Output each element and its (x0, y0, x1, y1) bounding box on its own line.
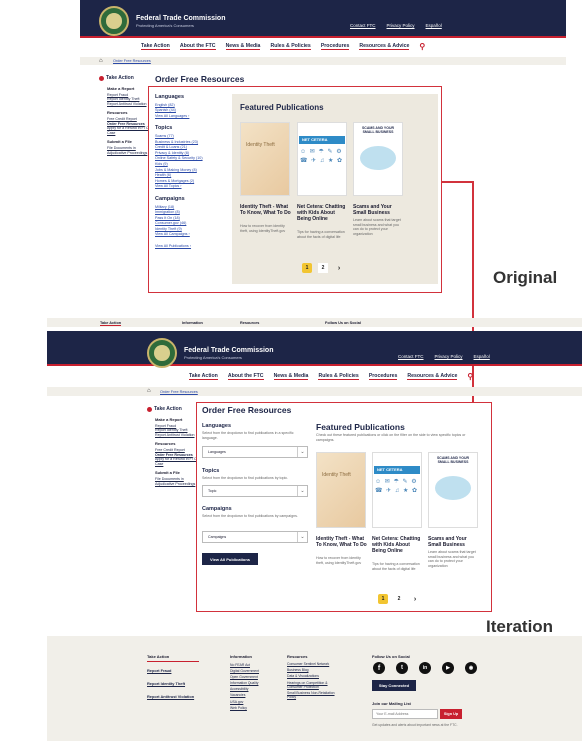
connector-line-v (472, 181, 474, 403)
linkedin-icon[interactable]: in (419, 662, 431, 674)
footer-link-identity-theft[interactable]: Report Identity Theft (147, 677, 194, 690)
nav-resources[interactable]: Resources & Advice (359, 43, 410, 50)
iteration-header (47, 331, 582, 366)
footer-col3-heading: Resources (287, 654, 308, 659)
footer-col3: Consumer Sentinel Network Business Blog … (287, 662, 343, 699)
footer-social-heading: Follow Us on Social (372, 654, 410, 659)
breadcrumb[interactable]: Order Free Resources (113, 59, 151, 63)
youtube-icon[interactable]: ▶ (442, 662, 454, 674)
sidebar-link-antitrust[interactable]: Report Antitrust Violation (107, 102, 149, 107)
connector-line-h (442, 181, 474, 183)
agency-name: Federal Trade Commission (136, 15, 226, 22)
utility-links: Contact FTC Privacy Policy Español (350, 23, 442, 28)
stay-connected-button[interactable]: Stay Connected (372, 680, 416, 691)
utility-links: Contact FTC Privacy Policy Español (398, 354, 490, 359)
footer-link[interactable]: Business Blog (287, 668, 343, 672)
top-strip-resources[interactable]: Resources (240, 321, 259, 325)
signup-button[interactable]: Sign Up (440, 709, 462, 719)
nav-resources[interactable]: Resources & Advice (407, 373, 458, 380)
sidebar-link-file-documents[interactable]: File Documents in Adjudicative Proceedin… (155, 477, 199, 486)
sidebar-heading: Take Action (106, 75, 134, 82)
search-icon[interactable]: ⚲ (467, 372, 473, 381)
breadcrumb-bar (47, 387, 582, 396)
utility-link-contact[interactable]: Contact FTC (350, 23, 376, 28)
nav-rules[interactable]: Rules & Policies (318, 373, 359, 380)
sidebar-submit-heading: Submit a File (107, 139, 132, 145)
sidebar-make-report: Make a Report (107, 86, 135, 91)
mailing-heading: Join our Mailing List (372, 701, 411, 706)
search-icon[interactable]: ⚲ (419, 42, 425, 51)
ftc-seal-logo[interactable] (99, 6, 129, 36)
utility-link-contact[interactable]: Contact FTC (398, 354, 424, 359)
nav-about[interactable]: About the FTC (227, 373, 264, 380)
nav-take-action[interactable]: Take Action (189, 373, 218, 380)
red-dot-icon (99, 76, 104, 81)
footer-link[interactable]: Data & Visualizations (287, 674, 343, 678)
top-strip-take-action[interactable]: Take Action (100, 321, 122, 326)
footer-col2-heading: Information (230, 654, 252, 659)
nav-procedures[interactable]: Procedures (320, 43, 350, 50)
sidebar-submit-heading: Submit a File (155, 470, 180, 476)
highlight-box-iteration (196, 402, 492, 612)
sidebar-resources-heading: Resources (155, 441, 176, 447)
twitter-icon[interactable]: t (396, 662, 408, 674)
nav-news[interactable]: News & Media (225, 43, 261, 50)
top-strip-social[interactable]: Follow Us on Social (325, 321, 361, 325)
footer-link-antitrust[interactable]: Report Antitrust Violation (147, 690, 194, 703)
utility-link-espanol[interactable]: Español (474, 354, 490, 359)
agency-tagline: Protecting America's Consumers (184, 355, 242, 360)
sidebar-link-refund[interactable]: Apply for a Refund in FTC Case (155, 457, 199, 466)
sidebar-link-refund[interactable]: Apply for a Refund in FTC Case (107, 126, 149, 135)
highlight-box-original (148, 86, 442, 293)
agency-name: Federal Trade Commission (184, 347, 274, 354)
iteration-top-strip (47, 318, 582, 327)
ftc-seal-logo[interactable] (147, 338, 177, 368)
utility-link-privacy[interactable]: Privacy Policy (387, 23, 415, 28)
footer-col1: Report Fraud Report Identity Theft Repor… (147, 664, 194, 703)
sidebar-link-file-documents[interactable]: File Documents in Adjudicative Proceedin… (107, 146, 149, 155)
utility-link-espanol[interactable]: Español (426, 23, 442, 28)
nav-news[interactable]: News & Media (273, 373, 309, 380)
home-icon[interactable]: ⌂ (147, 388, 151, 394)
sidebar-resources-heading: Resources (107, 110, 128, 116)
home-icon[interactable]: ⌂ (99, 58, 103, 64)
nav-procedures[interactable]: Procedures (368, 373, 398, 380)
sidebar-heading: Take Action (154, 406, 182, 413)
label-iteration: Iteration (486, 617, 554, 636)
footer-link[interactable]: Hearings on Competition & Consumer Prote… (287, 681, 343, 689)
sidebar-link-antitrust[interactable]: Report Antitrust Violation (155, 433, 199, 438)
footer-link[interactable]: Web Policy (230, 705, 259, 711)
utility-link-privacy[interactable]: Privacy Policy (435, 354, 463, 359)
footer-col2: No FEAR Act Digital Government Open Gove… (230, 662, 259, 711)
original-main-nav: Take Action About the FTC News & Media R… (141, 42, 425, 51)
nav-rules[interactable]: Rules & Policies (270, 43, 311, 50)
top-strip-information[interactable]: Information (182, 321, 203, 325)
email-input[interactable] (372, 709, 438, 719)
footer-link[interactable]: Small Business Non-Retaliation Policy (287, 691, 343, 699)
footer-link-report-fraud[interactable]: Report Fraud (147, 664, 194, 677)
agency-tagline: Protecting America's Consumers (136, 23, 194, 28)
page-title: Order Free Resources (155, 74, 245, 84)
nav-about[interactable]: About the FTC (179, 43, 216, 50)
rss-icon[interactable]: ◉ (465, 662, 477, 674)
original-sidebar: Take Action Make a Report Report Fraud R… (99, 76, 149, 155)
facebook-icon[interactable]: f (373, 662, 385, 674)
nav-take-action[interactable]: Take Action (141, 43, 170, 50)
sidebar-make-report: Make a Report (155, 417, 183, 422)
breadcrumb-bar (80, 57, 566, 65)
breadcrumb[interactable]: Order Free Resources (160, 390, 198, 394)
iteration-sidebar: Take Action Make a Report Report Fraud R… (147, 407, 199, 486)
mailing-note: Get updates and alerts about important n… (372, 723, 458, 727)
footer-col1-heading: Take Action (147, 654, 199, 662)
iteration-main-nav: Take Action About the FTC News & Media R… (189, 372, 473, 381)
footer-link[interactable]: Consumer Sentinel Network (287, 662, 343, 666)
red-dot-icon (147, 407, 152, 412)
label-original: Original (493, 268, 558, 287)
